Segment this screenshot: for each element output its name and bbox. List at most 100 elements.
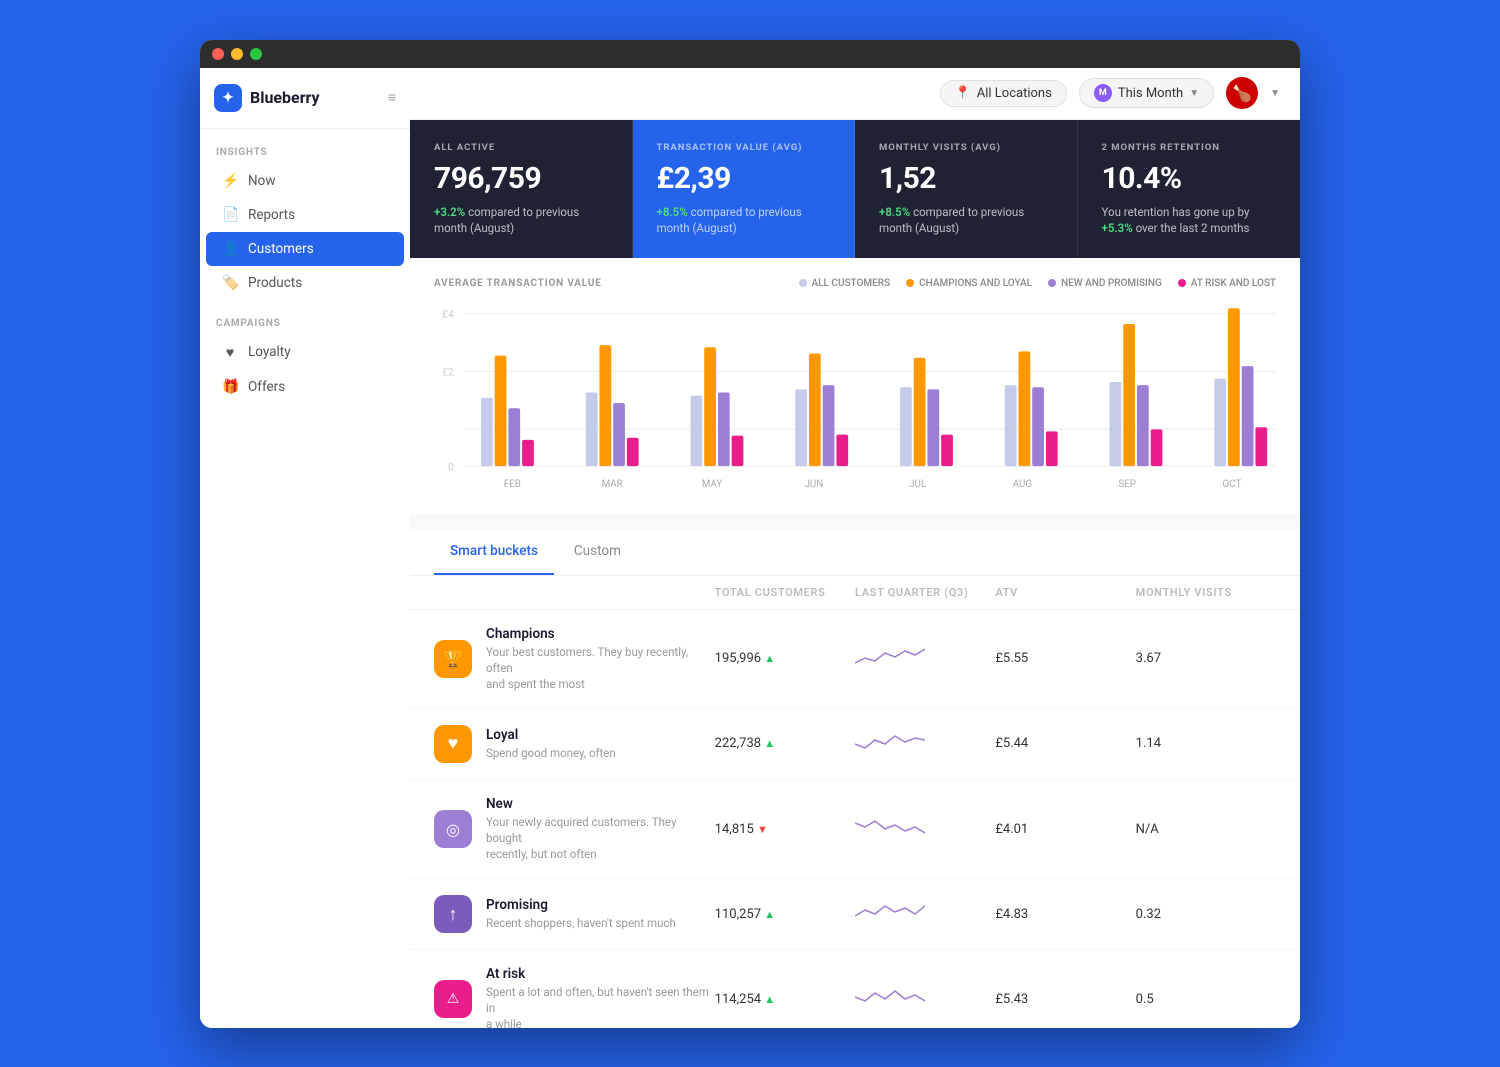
customers-icon: 👤 xyxy=(222,241,238,257)
svg-text:0: 0 xyxy=(448,462,454,473)
menu-icon[interactable]: ≡ xyxy=(388,89,396,106)
tab-smart-buckets[interactable]: Smart buckets xyxy=(434,529,554,575)
sidebar-item-label: Offers xyxy=(248,379,285,395)
change-pct: +8.5% xyxy=(657,205,688,219)
legend-label: NEW AND PROMISING xyxy=(1061,278,1162,289)
location-icon: 📍 xyxy=(955,86,971,101)
topbar: 📍 All Locations M This Month ▼ 🍗 ▼ xyxy=(410,68,1300,120)
legend-label: CHAMPIONS AND LOYAL xyxy=(919,278,1032,289)
table-row[interactable]: ◎ New Your newly acquired customers. The… xyxy=(410,780,1300,879)
offers-icon: 🎁 xyxy=(222,379,238,395)
sidebar-item-customers[interactable]: 👤 Customers xyxy=(206,232,404,266)
location-filter[interactable]: 📍 All Locations xyxy=(940,80,1067,107)
total-customers: 110,257 ▲ xyxy=(715,907,855,922)
change-up-icon: ▲ xyxy=(764,993,775,1006)
user-avatar[interactable]: 🍗 xyxy=(1226,77,1258,109)
legend-color-dot xyxy=(1178,279,1186,287)
table-row[interactable]: ⚠ At risk Spent a lot and often, but hav… xyxy=(410,950,1300,1027)
app-window: ✦ Blueberry ≡ INSIGHTS ⚡ Now 📄 Reports 👤… xyxy=(200,40,1300,1028)
sidebar-header: ✦ Blueberry ≡ xyxy=(200,68,410,129)
col-atv: ATV xyxy=(995,586,1135,599)
stat-monthly-visits: MONTHLY VISITS (AVG) 1,52 +8.5% compared… xyxy=(855,120,1078,258)
trend-sparkline xyxy=(855,983,925,1011)
dot-green[interactable] xyxy=(250,48,262,60)
col-total: Total customers xyxy=(715,586,855,599)
atv: £5.43 xyxy=(995,992,1135,1007)
monthly-visits: 0.32 xyxy=(1136,907,1276,922)
trend-cell xyxy=(855,728,995,760)
stat-label: TRANSACTION VALUE (AVG) xyxy=(657,142,831,153)
table-row[interactable]: ↑ Promising Recent shoppers, haven't spe… xyxy=(410,879,1300,950)
change-up-icon: ▲ xyxy=(764,737,775,750)
sidebar-item-label: Products xyxy=(248,275,302,291)
stat-value: 1,52 xyxy=(879,161,1053,196)
customer-name: Promising xyxy=(486,897,676,913)
stat-change: +3.2% compared to previous month (August… xyxy=(434,204,608,236)
sidebar-item-offers[interactable]: 🎁 Offers xyxy=(206,370,404,404)
svg-text:JUN: JUN xyxy=(805,479,824,490)
customer-name: New xyxy=(486,796,715,812)
sidebar-item-now[interactable]: ⚡ Now xyxy=(206,164,404,198)
table-row[interactable]: 🏆 Champions Your best customers. They bu… xyxy=(410,610,1300,709)
insights-section-label: INSIGHTS xyxy=(200,129,410,164)
legend-label: AT RISK AND LOST xyxy=(1191,278,1276,289)
dot-yellow[interactable] xyxy=(231,48,243,60)
avatar-chevron-icon: ▼ xyxy=(1270,88,1280,99)
main-area: 📍 All Locations M This Month ▼ 🍗 ▼ ALL A… xyxy=(410,68,1300,1028)
customer-icon-loyal: ♥ xyxy=(434,725,472,763)
customer-info: ⚠ At risk Spent a lot and often, but hav… xyxy=(434,966,715,1027)
sidebar-item-label: Loyalty xyxy=(248,344,291,360)
customer-info: 🏆 Champions Your best customers. They bu… xyxy=(434,626,715,692)
col-name xyxy=(434,586,715,599)
stat-change: You retention has gone up by +5.3% over … xyxy=(1102,204,1277,236)
trend-cell xyxy=(855,813,995,845)
dot-red[interactable] xyxy=(212,48,224,60)
svg-text:£2: £2 xyxy=(442,367,453,378)
trend-cell xyxy=(855,898,995,930)
customer-info: ♥ Loyal Spend good money, often xyxy=(434,725,715,763)
sidebar-item-reports[interactable]: 📄 Reports xyxy=(206,198,404,232)
monthly-visits: 0.5 xyxy=(1136,992,1276,1007)
location-filter-label: All Locations xyxy=(977,86,1052,101)
stat-label: MONTHLY VISITS (AVG) xyxy=(879,142,1053,153)
app-logo: ✦ xyxy=(214,84,242,112)
customer-desc: Your newly acquired customers. They boug… xyxy=(486,814,715,862)
change-up-icon: ▲ xyxy=(764,908,775,921)
legend-all-customers: ALL CUSTOMERS xyxy=(799,278,891,289)
stat-value: £2,39 xyxy=(657,161,831,196)
sidebar-item-products[interactable]: 🏷️ Products xyxy=(206,266,404,300)
trend-cell xyxy=(855,983,995,1015)
legend-color-dot xyxy=(1048,279,1056,287)
sidebar-item-loyalty[interactable]: ♥ Loyalty xyxy=(206,335,404,370)
customer-info: ↑ Promising Recent shoppers, haven't spe… xyxy=(434,895,715,933)
table-header: Total customers Last quarter (Q3) ATV Mo… xyxy=(410,576,1300,610)
app-layout: ✦ Blueberry ≡ INSIGHTS ⚡ Now 📄 Reports 👤… xyxy=(200,68,1300,1028)
chart-legend: ALL CUSTOMERS CHAMPIONS AND LOYAL NEW AN… xyxy=(799,278,1277,289)
tab-custom[interactable]: Custom xyxy=(558,529,637,575)
legend-label: ALL CUSTOMERS xyxy=(812,278,891,289)
customer-desc: Recent shoppers, haven't spent much xyxy=(486,915,676,931)
stat-value: 10.4% xyxy=(1102,161,1277,196)
trend-cell xyxy=(855,643,995,675)
change-down-icon: ▼ xyxy=(757,823,768,836)
customer-info: ◎ New Your newly acquired customers. The… xyxy=(434,796,715,862)
time-filter[interactable]: M This Month ▼ xyxy=(1079,78,1214,108)
customer-icon-at-risk: ⚠ xyxy=(434,980,472,1018)
change-up-icon: ▲ xyxy=(764,652,775,665)
atv: £5.44 xyxy=(995,736,1135,751)
customer-icon-promising: ↑ xyxy=(434,895,472,933)
trend-sparkline xyxy=(855,813,925,841)
svg-text:OCT: OCT xyxy=(1223,479,1242,490)
svg-text:MAY: MAY xyxy=(702,479,723,490)
table-row[interactable]: ♥ Loyal Spend good money, often 222,738 … xyxy=(410,709,1300,780)
stat-retention: 2 MONTHS RETENTION 10.4% You retention h… xyxy=(1078,120,1301,258)
svg-text:SEP: SEP xyxy=(1118,479,1136,490)
stat-change: +8.5% compared to previous month (August… xyxy=(657,204,831,236)
sidebar-item-label: Customers xyxy=(248,241,314,257)
monthly-visits: 3.67 xyxy=(1136,651,1276,666)
change-pct: +5.3% xyxy=(1102,221,1133,235)
svg-text:£4: £4 xyxy=(442,309,453,320)
change-pct: +3.2% xyxy=(434,205,465,219)
stat-transaction-value: TRANSACTION VALUE (AVG) £2,39 +8.5% comp… xyxy=(633,120,856,258)
total-customers: 195,996 ▲ xyxy=(715,651,855,666)
